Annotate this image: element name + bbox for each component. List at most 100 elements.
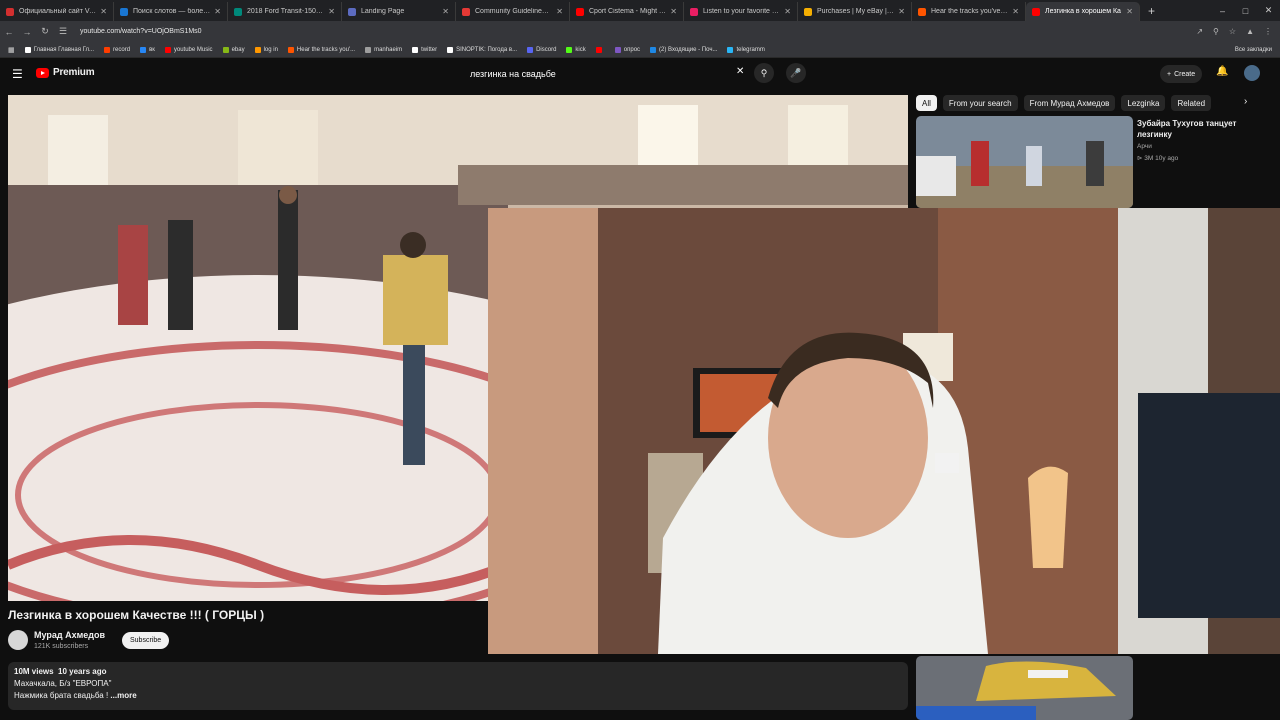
microphone-icon[interactable]: 🎤: [786, 63, 806, 83]
bookmark-item[interactable]: ebay: [222, 46, 245, 53]
apps-icon[interactable]: ▦: [8, 46, 15, 54]
close-tab-icon[interactable]: ✕: [442, 7, 449, 16]
browser-tab[interactable]: Purchases | My eBay | eBay ✕: [798, 2, 912, 21]
channel-avatar[interactable]: [8, 630, 28, 650]
bookmark-item[interactable]: log in: [254, 46, 278, 53]
bookmark-item[interactable]: вк: [140, 46, 155, 53]
browser-tab[interactable]: Поиск слотов — более 5000 ✕: [114, 2, 228, 21]
youtube-logo[interactable]: Premium: [36, 67, 95, 78]
search-input[interactable]: лезгинка на свадьбе: [462, 63, 752, 85]
bookmark-item[interactable]: Hear the tracks you'...: [287, 46, 356, 53]
forward-icon[interactable]: →: [18, 27, 36, 37]
close-tab-icon[interactable]: ✕: [100, 7, 107, 16]
user-avatar[interactable]: [1244, 65, 1260, 81]
related-video-thumbnail[interactable]: [916, 656, 1133, 720]
filter-chip[interactable]: Related: [1171, 95, 1212, 111]
related-video-channel[interactable]: Арчи: [1137, 143, 1152, 150]
bookmark-favicon-icon: [254, 46, 261, 53]
browser-tab[interactable]: Landing Page ✕: [342, 2, 456, 21]
bookmark-label: record: [113, 46, 131, 53]
browser-tab[interactable]: Listen to your favorite songs ✕: [684, 2, 798, 21]
video-description[interactable]: 10M views 10 years ago Махачкала, Б/з "Е…: [8, 662, 908, 710]
bookmark-item[interactable]: (2) Входящие - Поч...: [650, 46, 718, 53]
close-window-icon[interactable]: ✕: [1257, 5, 1280, 16]
bookmark-item[interactable]: опрос: [614, 46, 640, 53]
video-age: 10 years ago: [58, 667, 107, 676]
all-bookmarks-folder[interactable]: Все закладки: [1235, 47, 1280, 53]
browser-menu-icon[interactable]: ⋮: [1264, 27, 1272, 36]
related-video-title[interactable]: Зубайра Тухугов танцует лезгинку: [1137, 118, 1262, 140]
channel-name[interactable]: Мурад Ахмедов: [34, 630, 105, 640]
bookmark-favicon-icon: [727, 46, 734, 53]
bookmark-item[interactable]: record: [104, 46, 131, 53]
bookmark-label: (2) Входящие - Поч...: [659, 46, 718, 53]
filter-chip[interactable]: From your search: [942, 95, 1018, 111]
thumbnail-image: [916, 656, 1133, 720]
create-button[interactable]: + Create: [1160, 65, 1203, 83]
tab-favicon-icon: [690, 7, 698, 16]
minimize-icon[interactable]: –: [1211, 6, 1234, 16]
search-icon[interactable]: ⚲: [754, 63, 774, 83]
open-in-app-icon[interactable]: ↗: [1196, 27, 1203, 36]
maximize-icon[interactable]: □: [1234, 6, 1257, 16]
show-more-link[interactable]: ...more: [110, 691, 136, 700]
browser-tab[interactable]: Community Guidelines Violati ✕: [456, 2, 570, 21]
close-tab-icon[interactable]: ✕: [898, 7, 905, 16]
close-tab-icon[interactable]: ✕: [214, 7, 221, 16]
bookmark-favicon-icon: [24, 46, 31, 53]
bookmark-item[interactable]: SINOPTIK: Погода в...: [447, 46, 517, 53]
bookmark-item[interactable]: youtube Music: [164, 46, 213, 53]
bookmark-item[interactable]: twitter: [412, 46, 437, 53]
reload-icon[interactable]: ↻: [36, 26, 54, 37]
address-bar[interactable]: youtube.com/watch?v=UOjOBmS1Ms0: [80, 28, 1196, 35]
menu-icon[interactable]: ☰: [12, 67, 23, 81]
close-tab-icon[interactable]: ✕: [784, 7, 791, 16]
bookmark-item[interactable]: telegramm: [727, 46, 765, 53]
tab-favicon-icon: [1032, 7, 1040, 16]
views-icon: ⊳: [1137, 155, 1143, 162]
related-video-item[interactable]: Зубайра Тухугов танцует лезгинку Арчи ⊳ …: [916, 116, 1266, 208]
bookmark-item[interactable]: Главная Главная Гл...: [24, 46, 94, 53]
filter-chip[interactable]: From Мурад Ахмедов: [1023, 95, 1116, 111]
bookmark-item[interactable]: manhaeim: [365, 46, 402, 53]
browser-tab[interactable]: Официальный сайт VAVADA✕: [0, 2, 114, 21]
zoom-icon[interactable]: ⚲: [1213, 27, 1219, 36]
site-info-icon[interactable]: ☰: [54, 26, 72, 37]
browser-tab[interactable]: 2018 Ford Transit-150 Base w ✕: [228, 2, 342, 21]
tab-favicon-icon: [348, 7, 356, 16]
webcam-overlay: [488, 208, 1280, 654]
related-video-item[interactable]: [916, 656, 1266, 720]
close-tab-icon[interactable]: ✕: [1126, 7, 1133, 16]
notifications-bell-icon[interactable]: 🔔: [1216, 66, 1228, 77]
extensions-icon[interactable]: ▲: [1246, 27, 1254, 36]
bookmark-item[interactable]: kick: [566, 46, 586, 53]
close-tab-icon[interactable]: ✕: [670, 7, 677, 16]
clear-search-icon[interactable]: ✕: [736, 66, 744, 77]
related-video-thumbnail[interactable]: [916, 116, 1133, 208]
bookmark-item[interactable]: Discord: [527, 46, 557, 53]
chevron-right-icon[interactable]: ›: [1244, 96, 1247, 107]
browser-tab[interactable]: Cport Cistema - Might Try - Y ✕: [570, 2, 684, 21]
browser-tab[interactable]: Hear the tracks you've liked ✕: [912, 2, 1026, 21]
filter-chip[interactable]: All: [916, 95, 937, 111]
bookmark-label: Discord: [536, 46, 557, 53]
close-tab-icon[interactable]: ✕: [1012, 7, 1019, 16]
window-controls: – □ ✕: [1211, 0, 1280, 21]
filter-chip[interactable]: Lezginka: [1121, 95, 1166, 111]
bookmark-favicon-icon: [140, 46, 147, 53]
tab-label: 2018 Ford Transit-150 Base w: [247, 8, 324, 15]
subscribe-button[interactable]: Subscribe: [122, 632, 170, 649]
bookmark-favicon-icon: [447, 46, 454, 53]
bookmark-label: Hear the tracks you'...: [296, 46, 356, 53]
close-tab-icon[interactable]: ✕: [556, 7, 563, 16]
bookmark-star-icon[interactable]: ☆: [1229, 27, 1236, 36]
tab-label: Listen to your favorite songs: [703, 8, 780, 15]
tab-label: Поиск слотов — более 5000: [133, 8, 210, 15]
browser-tab[interactable]: Лезгинка в хорошем Ка ✕: [1026, 2, 1140, 21]
close-tab-icon[interactable]: ✕: [328, 7, 335, 16]
new-tab-icon[interactable]: +: [1140, 2, 1163, 21]
back-icon[interactable]: ←: [0, 27, 18, 37]
bookmark-item[interactable]: [595, 46, 605, 53]
bookmarks-bar: ▦ Главная Главная Гл... record вк youtube M…: [0, 42, 1280, 58]
bookmark-label: kick: [575, 46, 586, 53]
